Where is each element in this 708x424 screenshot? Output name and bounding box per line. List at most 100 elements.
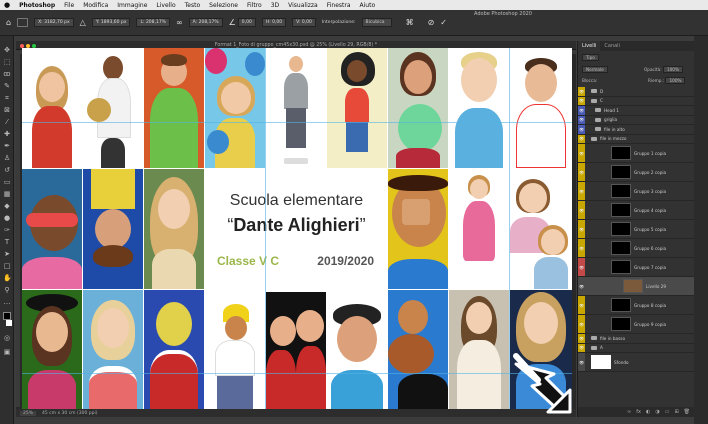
- layer-row[interactable]: 👁 A: [578, 343, 695, 353]
- eye-icon[interactable]: 👁: [578, 182, 585, 200]
- eraser-tool-icon[interactable]: ▭: [3, 178, 11, 186]
- layer-row[interactable]: 👁 Gruppo 6 copia: [578, 239, 695, 258]
- minimize-window-icon[interactable]: [26, 43, 30, 48]
- zoom-tool-icon[interactable]: ⚲: [3, 286, 11, 294]
- menu-visualizza[interactable]: Visualizza: [288, 2, 318, 9]
- zoom-level[interactable]: 25%: [20, 410, 37, 416]
- brush-tool-icon[interactable]: ✒: [3, 142, 11, 150]
- width-field[interactable]: L: 208,17%: [136, 18, 170, 27]
- path-select-tool-icon[interactable]: ➤: [3, 250, 11, 258]
- interpolation-select[interactable]: Bicubica: [361, 18, 392, 27]
- quick-select-tool-icon[interactable]: ✎: [3, 82, 11, 90]
- rectangle-tool-icon[interactable]: □: [3, 262, 11, 270]
- layer-row[interactable]: 👁 Livello 29: [578, 277, 695, 296]
- mask-icon[interactable]: ◐: [646, 409, 650, 415]
- blur-tool-icon[interactable]: ◆: [3, 202, 11, 210]
- canvas[interactable]: Scuola elementare “Dante Alighieri” Clas…: [22, 48, 572, 410]
- layer-row[interactable]: 👁 C: [578, 96, 695, 106]
- opacity-field[interactable]: 100%: [662, 66, 683, 73]
- eye-icon[interactable]: 👁: [578, 343, 585, 352]
- eye-icon[interactable]: 👁: [578, 201, 585, 219]
- eye-icon[interactable]: 👁: [578, 163, 585, 181]
- menu-aiuto[interactable]: Aiuto: [360, 2, 376, 9]
- folder-icon[interactable]: [595, 117, 601, 122]
- gradient-tool-icon[interactable]: ▦: [3, 190, 11, 198]
- layer-row[interactable]: 👁 file in basso: [578, 334, 695, 344]
- move-tool-icon[interactable]: ✥: [3, 46, 11, 54]
- eye-icon[interactable]: 👁: [578, 115, 585, 124]
- guide-line[interactable]: [22, 122, 572, 123]
- guide-line[interactable]: [22, 373, 572, 374]
- healing-tool-icon[interactable]: ✚: [3, 130, 11, 138]
- apple-icon[interactable]: ●: [4, 1, 10, 9]
- layer-row[interactable]: 👁 file in alto: [578, 125, 695, 135]
- eye-icon[interactable]: 👁: [578, 106, 585, 115]
- layer-row[interactable]: 👁 Head 1: [578, 106, 695, 116]
- layer-row[interactable]: 👁 Gruppo 3 copia: [578, 182, 695, 201]
- menu-3d[interactable]: 3D: [271, 2, 279, 9]
- folder-icon[interactable]: ▭: [665, 409, 670, 415]
- eyedropper-tool-icon[interactable]: ⁄: [3, 118, 11, 126]
- eye-icon[interactable]: 👁: [578, 296, 585, 314]
- quick-mask-icon[interactable]: ◎: [3, 334, 11, 342]
- fill-field[interactable]: 100%: [665, 77, 686, 84]
- guide-line[interactable]: [265, 48, 266, 410]
- layer-row[interactable]: 👁 Gruppo 9 copia: [578, 315, 695, 334]
- dodge-tool-icon[interactable]: ●: [3, 214, 11, 222]
- menu-filtro[interactable]: Filtro: [247, 2, 262, 9]
- eye-icon[interactable]: 👁: [578, 353, 585, 371]
- eye-icon[interactable]: 👁: [578, 315, 585, 333]
- eye-icon[interactable]: 👁: [578, 87, 585, 96]
- eye-icon[interactable]: 👁: [578, 334, 585, 343]
- eye-icon[interactable]: 👁: [578, 220, 585, 238]
- layer-row[interactable]: 👁 Sfondo: [578, 353, 695, 372]
- commit-transform-button[interactable]: ✓: [440, 18, 447, 27]
- eye-icon[interactable]: 👁: [578, 125, 585, 134]
- delta-icon[interactable]: △: [80, 18, 86, 27]
- screen-mode-icon[interactable]: ▣: [3, 348, 11, 356]
- history-brush-tool-icon[interactable]: ↺: [3, 166, 11, 174]
- layer-row[interactable]: 👁 Gruppo 4 copia: [578, 201, 695, 220]
- transform-tool-icon[interactable]: [17, 18, 29, 27]
- menu-testo[interactable]: Testo: [185, 2, 201, 9]
- crop-tool-icon[interactable]: ⌗: [3, 94, 11, 102]
- folder-icon[interactable]: [591, 98, 597, 103]
- close-window-icon[interactable]: [20, 43, 24, 48]
- type-tool-icon[interactable]: T: [3, 238, 11, 246]
- layer-row[interactable]: 👁 griglia: [578, 115, 695, 125]
- menu-immagine[interactable]: Immagine: [117, 2, 147, 9]
- layer-filter-select[interactable]: Tipo: [582, 54, 599, 61]
- eye-icon[interactable]: 👁: [578, 277, 585, 295]
- menu-finestra[interactable]: Finestra: [327, 2, 351, 9]
- menu-app[interactable]: Photoshop: [19, 2, 55, 9]
- layer-row[interactable]: 👁 Gruppo 8 copia: [578, 296, 695, 315]
- layer-row[interactable]: 👁 Gruppo 1 copia: [578, 144, 695, 163]
- eye-icon[interactable]: 👁: [578, 96, 585, 105]
- blend-mode-select[interactable]: Normale: [582, 66, 608, 73]
- hand-tool-icon[interactable]: ✋: [3, 274, 12, 282]
- eye-icon[interactable]: 👁: [578, 134, 585, 143]
- layer-row[interactable]: 👁 D: [578, 87, 695, 97]
- folder-icon[interactable]: [591, 336, 597, 341]
- y-field[interactable]: Y: 1893,60 px: [91, 18, 131, 27]
- layer-row[interactable]: 👁 Gruppo 2 copia: [578, 163, 695, 182]
- tab-livelli[interactable]: Livelli: [578, 41, 601, 51]
- trash-icon[interactable]: 🗑: [684, 409, 690, 415]
- angle-field[interactable]: 0,00: [237, 18, 256, 27]
- menu-modifica[interactable]: Modifica: [83, 2, 108, 9]
- folder-icon[interactable]: [595, 108, 601, 113]
- folder-icon[interactable]: [591, 345, 597, 350]
- vertical-ruler[interactable]: [16, 54, 20, 407]
- eye-icon[interactable]: 👁: [578, 258, 585, 276]
- folder-icon[interactable]: [591, 89, 597, 94]
- folder-icon[interactable]: [591, 136, 597, 141]
- marquee-tool-icon[interactable]: ⬚: [3, 58, 11, 66]
- x-field[interactable]: X: 3182,70 px: [34, 18, 74, 27]
- folder-icon[interactable]: [595, 127, 601, 132]
- new-layer-icon[interactable]: ⊞: [674, 409, 678, 415]
- height-field[interactable]: A: 208,17%: [188, 18, 223, 27]
- hskew-field[interactable]: H: 0,00: [261, 18, 287, 27]
- fx-icon[interactable]: fx: [636, 409, 641, 415]
- layer-row[interactable]: 👁 file in mezzo: [578, 134, 695, 144]
- stamp-tool-icon[interactable]: ♙: [3, 154, 11, 162]
